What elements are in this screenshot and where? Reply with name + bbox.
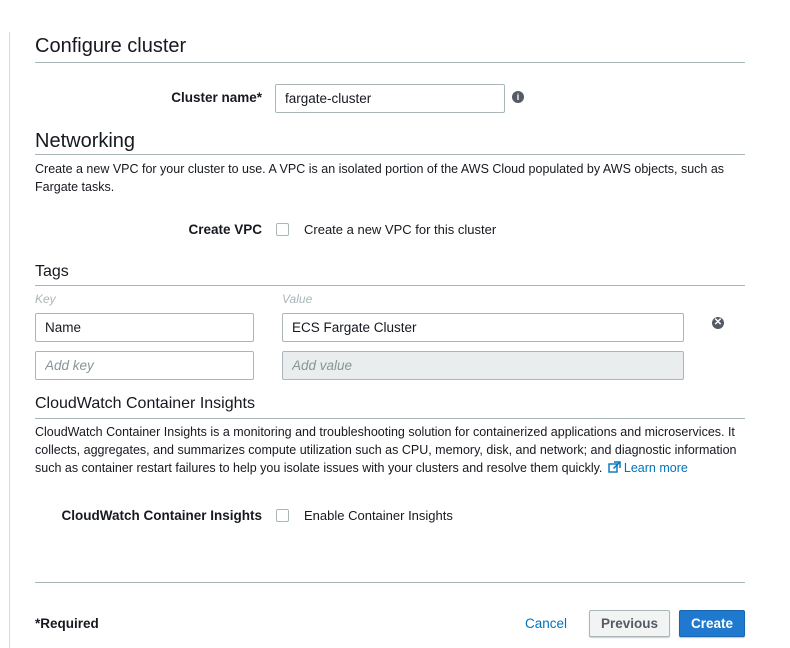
create-vpc-checkbox[interactable]: [276, 223, 289, 236]
cluster-name-label: Cluster name*: [171, 90, 262, 105]
divider: [35, 154, 745, 155]
add-key-input[interactable]: [35, 351, 254, 380]
section-title-configure-cluster: Configure cluster: [35, 35, 187, 57]
external-link-icon: [608, 461, 621, 473]
cluster-name-input[interactable]: [275, 84, 505, 113]
tags-value-header: Value: [282, 292, 313, 306]
divider: [35, 62, 745, 63]
add-value-input: [282, 351, 684, 380]
cloudwatch-description: CloudWatch Container Insights is a monit…: [35, 423, 747, 477]
tag-key-input[interactable]: [35, 313, 254, 342]
divider: [35, 285, 745, 286]
info-icon[interactable]: i: [512, 91, 524, 103]
divider: [35, 418, 745, 419]
footer-divider: [35, 582, 745, 583]
previous-button[interactable]: Previous: [589, 610, 670, 637]
learn-more-link[interactable]: Learn more: [606, 461, 688, 475]
page-left-border: [9, 32, 10, 648]
section-title-tags: Tags: [35, 263, 69, 280]
cancel-button[interactable]: Cancel: [516, 610, 576, 637]
learn-more-label[interactable]: Learn more: [624, 461, 688, 475]
container-insights-checkbox-label[interactable]: Enable Container Insights: [304, 508, 453, 523]
create-vpc-checkbox-label[interactable]: Create a new VPC for this cluster: [304, 222, 496, 237]
tag-value-input[interactable]: [282, 313, 684, 342]
required-note: *Required: [35, 616, 99, 631]
container-insights-label: CloudWatch Container Insights: [61, 508, 263, 523]
tags-key-header: Key: [35, 292, 56, 306]
create-vpc-label: Create VPC: [188, 222, 262, 237]
section-title-cloudwatch: CloudWatch Container Insights: [35, 395, 255, 412]
section-title-networking: Networking: [35, 130, 136, 152]
container-insights-checkbox[interactable]: [276, 509, 289, 522]
remove-circle-icon[interactable]: ✕: [712, 317, 724, 329]
create-button[interactable]: Create: [679, 610, 745, 637]
networking-description: Create a new VPC for your cluster to use…: [35, 162, 725, 194]
